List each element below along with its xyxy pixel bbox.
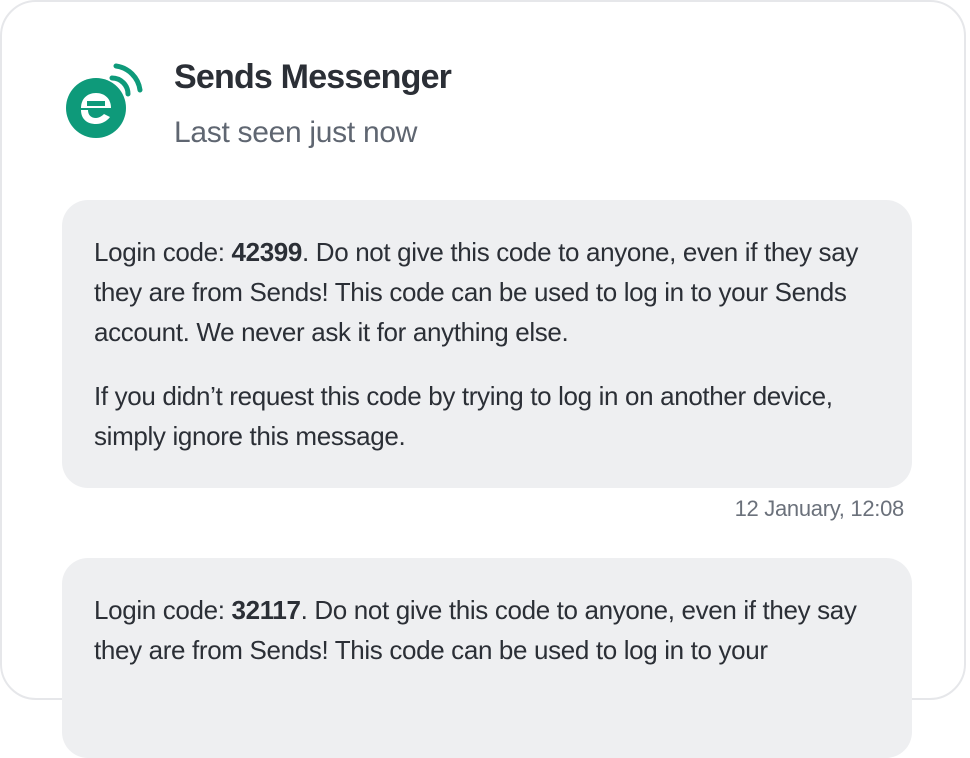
login-code[interactable]: 42399 [231, 237, 302, 267]
contact-status: Last seen just now [174, 116, 418, 149]
message-text: Login code: 32117. Do not give this code… [94, 590, 880, 670]
contact-name: Sends Messenger [174, 58, 452, 96]
code-prefix: Login code: [94, 595, 232, 625]
message-bubble[interactable]: Login code: 42399. Do not give this code… [62, 200, 912, 488]
chat-panel: Sends Messenger Last seen just now Login… [0, 0, 966, 758]
message-text: Login code: 42399. Do not give this code… [94, 232, 880, 352]
message-timestamp: 12 January, 12:08 [734, 496, 905, 521]
message-bubble[interactable]: Login code: 32117. Do not give this code… [62, 558, 912, 758]
message-note: If you didn’t request this code by tryin… [94, 381, 833, 451]
login-code[interactable]: 32117 [231, 595, 300, 625]
code-prefix: Login code: [94, 237, 232, 267]
sends-logo-icon [66, 63, 143, 138]
